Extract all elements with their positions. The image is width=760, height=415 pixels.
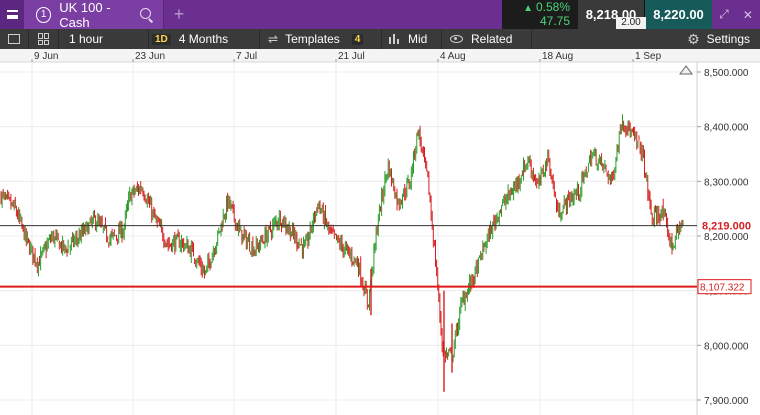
gear-icon: ⚙: [687, 30, 700, 47]
add-tab-button[interactable]: +: [164, 0, 194, 29]
current-price-label: 8,219.000: [702, 221, 751, 233]
x-tick-label: 18 Aug: [542, 51, 573, 62]
y-tick-label: 7,900.000: [704, 396, 749, 407]
change-percent: ▲ 0.58%: [523, 1, 570, 15]
spread-badge: 2.00: [616, 17, 646, 29]
price-mode-selector[interactable]: Mid: [382, 29, 442, 49]
top-bar: 1 UK 100 - Cash + ▲ 0.58% 47.75 8,218.00 …: [0, 0, 760, 30]
eye-icon: [450, 35, 463, 43]
x-tick-label: 4 Aug: [440, 51, 466, 62]
candles-icon: [388, 34, 402, 44]
price-chart[interactable]: 9 Jun 23 Jun 7 Jul 21 Jul 4 Aug 18 Aug 1 Sep 7,…: [0, 49, 760, 415]
templates-label: Templates: [285, 32, 340, 46]
range-label: 4 Months: [178, 32, 229, 46]
settings-button[interactable]: ⚙ Settings: [687, 29, 760, 49]
chart-toolbar: 1 hour 1D 4 Months ⇌ Templates 4 Mid Rel…: [0, 29, 760, 49]
y-tick-label: 8,300.000: [704, 177, 749, 188]
y-tick-label: 8,500.000: [704, 68, 749, 79]
x-tick-label: 7 Jul: [236, 51, 257, 62]
layout-grid-icon: [37, 33, 50, 45]
candlestick-chart[interactable]: 9 Jun 23 Jun 7 Jul 21 Jul 4 Aug 18 Aug 1 Sep 7,…: [0, 49, 760, 415]
instrument-name: UK 100 - Cash: [59, 0, 111, 30]
price-mode-label: Mid: [408, 32, 428, 46]
alert-price-label: 8,107.322: [700, 283, 745, 294]
buy-price-button[interactable]: 8,220.00: [645, 0, 712, 29]
expand-arrows-icon[interactable]: ⤢: [719, 7, 729, 22]
x-tick-label: 9 Jun: [34, 51, 58, 62]
price-change-panel: ▲ 0.58% 47.75: [502, 0, 578, 29]
y-tick-label: 8,400.000: [704, 123, 749, 134]
x-tick-label: 23 Jun: [135, 51, 165, 62]
search-icon[interactable]: [139, 7, 153, 22]
up-arrow-icon: ▲: [523, 3, 533, 14]
layout-button[interactable]: [29, 29, 59, 49]
list-view-button[interactable]: [0, 29, 29, 49]
interval-selector[interactable]: 1 hour: [59, 29, 149, 49]
y-tick-label: 8,000.000: [704, 341, 749, 352]
settings-label: Settings: [706, 32, 750, 46]
templates-count-badge: 4: [351, 33, 364, 45]
interval-label: 1 hour: [69, 32, 104, 46]
hamburger-menu-icon[interactable]: [0, 0, 24, 29]
top-bar-spacer: [194, 0, 502, 29]
related-button[interactable]: Related: [442, 29, 532, 49]
instrument-number-badge: 1: [36, 6, 52, 23]
instrument-tab[interactable]: 1 UK 100 - Cash: [24, 0, 164, 30]
related-label: Related: [471, 32, 513, 46]
range-selector[interactable]: 1D 4 Months: [149, 29, 260, 49]
close-icon[interactable]: ✕: [743, 8, 753, 22]
change-absolute: 47.75: [539, 14, 570, 28]
x-tick-label: 21 Jul: [338, 51, 365, 62]
y-tick-label: 8,200.000: [704, 232, 749, 243]
templates-icon: ⇌: [268, 32, 279, 46]
scroll-up-arrow-icon[interactable]: [679, 65, 693, 75]
change-percent-value: 0.58%: [535, 0, 570, 14]
templates-button[interactable]: ⇌ Templates 4: [260, 29, 382, 49]
window-controls: ⤢ ✕: [712, 0, 760, 29]
chart-type-badge: 1D: [152, 33, 171, 45]
x-tick-label: 1 Sep: [635, 51, 662, 62]
list-view-icon: [8, 34, 20, 44]
